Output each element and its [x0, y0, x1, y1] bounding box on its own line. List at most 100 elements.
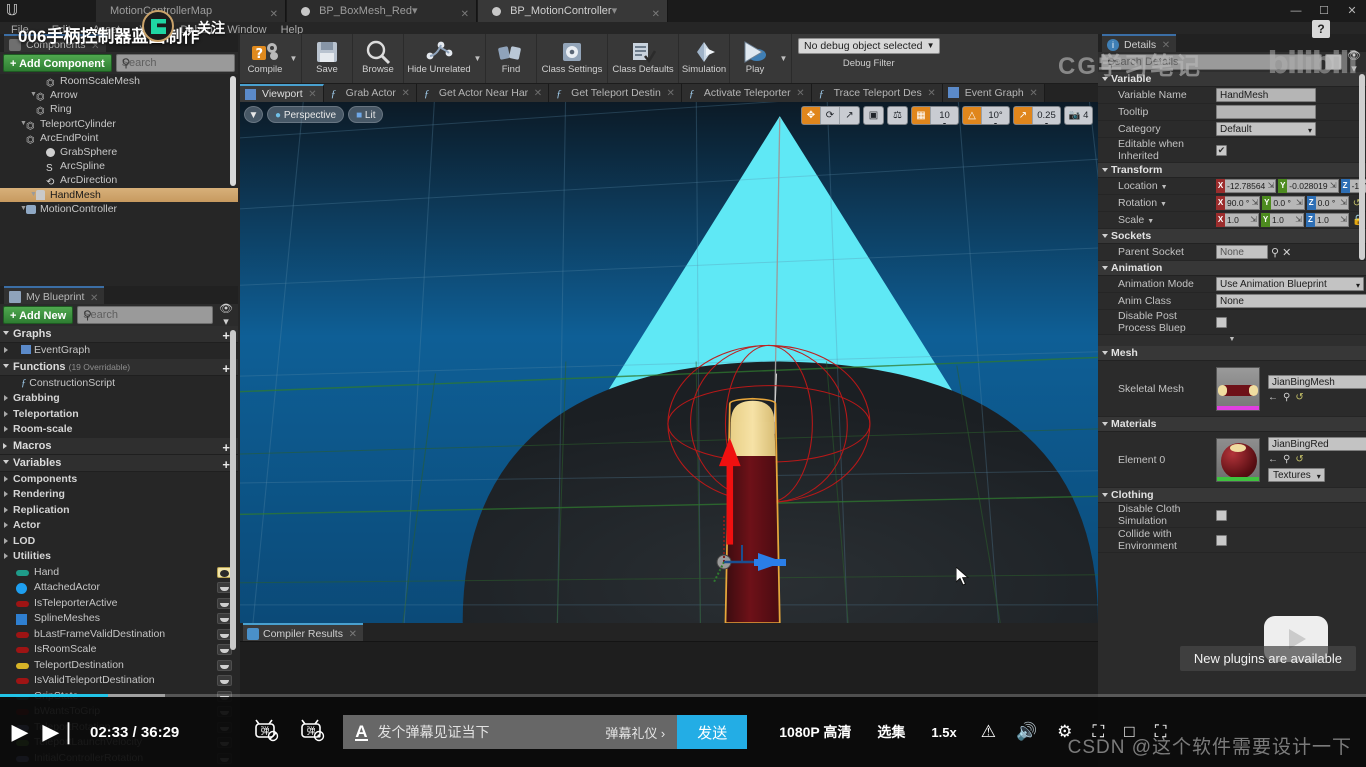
details-section-clothing[interactable]: Clothing	[1098, 488, 1366, 503]
component-tree-item[interactable]: ▼ HandMesh	[0, 187, 238, 202]
component-tree-item[interactable]: ▼ ⏣ TeleportCylinder	[0, 117, 238, 132]
document-tab-get-teleport-destin[interactable]: ƒ Get Teleport Destin ✕	[549, 84, 682, 102]
expand-icon[interactable]: ⇲	[1340, 198, 1347, 207]
episodes-button[interactable]: 选集	[877, 722, 905, 742]
vector-component-z[interactable]: Z 0.0 ° ⇲	[1306, 196, 1349, 210]
rotation-snap-value[interactable]: 10° ▾	[982, 107, 1009, 124]
document-tab-trace-teleport-des[interactable]: ƒ Trace Teleport Des ✕	[811, 84, 943, 103]
viewport[interactable]: ▼ ● Perspective ■ Lit ✥ ⟳ ↗ ▣ ⚖ ▦ 10 ▾ △…	[240, 102, 1098, 623]
reset-icon[interactable]: ↺	[1295, 454, 1303, 465]
world-space-button[interactable]: ▣	[864, 107, 883, 124]
my-blueprint-search-input[interactable]: Search ⚲	[77, 306, 213, 324]
pip-icon[interactable]: ⛶	[1092, 722, 1104, 742]
toolbar-save-button[interactable]: Save	[304, 35, 350, 83]
component-tree-item[interactable]: GrabSphere	[0, 145, 238, 159]
tab-details[interactable]: i Details ✕	[1102, 34, 1177, 52]
my-blueprint-item-utilities[interactable]: Utilities	[0, 549, 238, 565]
add-new-button[interactable]: + Add New	[3, 306, 74, 324]
asset-dropdown[interactable]: JianBingMesh▾	[1268, 374, 1366, 389]
chevron-down-icon[interactable]: ▼	[1160, 201, 1167, 208]
close-icon[interactable]: ✕	[927, 85, 935, 103]
component-tree-item[interactable]: ▼ ⏣ Arrow	[0, 88, 238, 103]
toolbar-class-defaults-button[interactable]: Class Defaults	[610, 35, 676, 83]
document-tab-grab-actor[interactable]: ƒ Grab Actor ✕	[323, 84, 417, 102]
component-tree-scrollbar[interactable]	[230, 76, 236, 186]
close-icon[interactable]: ✕	[796, 85, 804, 103]
close-button[interactable]: ✕	[1338, 0, 1366, 22]
my-blueprint-item-constructionscript[interactable]: ƒ ConstructionScript	[0, 376, 238, 392]
checkbox[interactable]	[1216, 316, 1227, 328]
checkbox[interactable]	[1216, 509, 1227, 521]
vector-component-x[interactable]: X 1.0 ⇲	[1216, 213, 1259, 227]
danmaku-style-icon[interactable]: A	[355, 723, 368, 741]
component-tree-item[interactable]: ▼ MotionController	[0, 202, 238, 214]
use-selected-icon[interactable]: ←	[1268, 454, 1278, 465]
help-icon[interactable]: ?	[1312, 20, 1330, 38]
search-icon[interactable]: ⚲	[1271, 246, 1279, 259]
component-tree-item[interactable]: S ArcSpline	[0, 159, 238, 174]
toolbar-play-button[interactable]: Play	[732, 35, 778, 83]
component-tree[interactable]: ⏣ RoomScaleMesh ▼ ⏣ Arrow ⏣ Ring ▼ ⏣ TeleportCyli…	[0, 74, 238, 214]
asset-dropdown[interactable]: JianBingRed▾	[1268, 436, 1366, 451]
material-thumb[interactable]	[1216, 437, 1260, 482]
my-blueprint-item-teleportation[interactable]: Teleportation	[0, 407, 238, 423]
chevron-down-icon[interactable]: ▼	[1147, 218, 1154, 225]
expand-icon[interactable]: ⇲	[1295, 215, 1302, 224]
details-scrollbar[interactable]	[1359, 74, 1365, 260]
component-tree-item[interactable]: ⏣ ArcEndPoint	[0, 131, 238, 146]
details-display-mode-button[interactable]	[1325, 54, 1342, 70]
my-blueprint-item-lod[interactable]: LOD	[0, 534, 238, 550]
my-blueprint-section-functions[interactable]: Functions (19 Overridable) +	[0, 358, 238, 377]
close-icon[interactable]: ✕	[534, 85, 542, 103]
my-blueprint-item-room-scale[interactable]: Room-scale	[0, 422, 238, 438]
quality-button[interactable]: 1080P 高清	[779, 722, 851, 742]
danmaku-input-box[interactable]: A 发个弹幕见证当下 弹幕礼仪 › 发送	[343, 715, 748, 749]
text-input[interactable]: HandMesh	[1216, 88, 1316, 102]
grid-snap-toggle[interactable]: ▦	[912, 107, 931, 124]
dropdown[interactable]: Use Animation Blueprint ▾	[1216, 277, 1364, 291]
add-icon[interactable]: +	[222, 327, 230, 344]
visibility-eye-icon[interactable]: 👁▾	[217, 302, 235, 328]
browse-icon[interactable]: ⚲	[1283, 454, 1290, 465]
camera-speed-value[interactable]: 📷 4	[1065, 107, 1092, 124]
add-icon[interactable]: +	[222, 360, 230, 377]
follow-button[interactable]: + 关注	[185, 18, 225, 38]
danmaku-input[interactable]: A 发个弹幕见证当下 弹幕礼仪 ›	[343, 715, 678, 749]
viewport-menu-button[interactable]: ▼	[244, 106, 263, 123]
viewport-lighting-button[interactable]: ■ Lit	[348, 106, 384, 123]
rotate-mode-button[interactable]: ⟳	[821, 107, 840, 124]
scale-mode-button[interactable]: ↗	[840, 107, 859, 124]
document-tab-event-graph[interactable]: Event Graph ✕	[942, 84, 1045, 103]
reset-icon[interactable]: ↺	[1295, 392, 1303, 403]
debug-object-select[interactable]: No debug object selected ▼	[798, 38, 940, 54]
window-tab-1[interactable]: BP_BoxMesh_Red▾ ✕	[287, 0, 477, 22]
widescreen-icon[interactable]: □	[1124, 722, 1134, 742]
maximize-button[interactable]: ☐	[1310, 0, 1338, 22]
window-tab-2[interactable]: BP_MotionController▾ ✕	[478, 0, 668, 22]
expand-icon[interactable]: ⇲	[1252, 198, 1259, 207]
components-search-input[interactable]: Search ⚲	[115, 54, 235, 72]
my-blueprint-item-actor[interactable]: Actor	[0, 518, 238, 534]
toolbar-simulation-button[interactable]: Simulation	[681, 35, 727, 83]
my-blueprint-item-rendering[interactable]: Rendering	[0, 487, 238, 503]
vector-input[interactable]: X-12.78564⇲Y-0.028019⇲Z-1.789026⇲	[1216, 179, 1366, 193]
minimize-button[interactable]: —	[1282, 0, 1310, 22]
close-icon[interactable]: ✕	[1029, 85, 1037, 103]
my-blueprint-variable[interactable]: IsTeleporterActive	[0, 596, 238, 612]
my-blueprint-section-variables[interactable]: Variables +	[0, 454, 238, 472]
browse-icon[interactable]: ⚲	[1283, 392, 1290, 403]
play-icon[interactable]: ▶	[0, 721, 40, 743]
my-blueprint-variable[interactable]: IsRoomScale	[0, 642, 238, 658]
toolbar-browse-button[interactable]: Browse	[355, 35, 401, 83]
volume-icon[interactable]: 🔊	[1016, 722, 1037, 742]
asset-dropdown[interactable]: None▾	[1216, 294, 1366, 308]
expand-icon[interactable]: ⇲	[1330, 181, 1337, 190]
tab-compiler-results[interactable]: Compiler Results ✕	[243, 623, 363, 641]
expand-icon[interactable]: ⇲	[1250, 215, 1257, 224]
socket-field[interactable]: None	[1216, 245, 1268, 259]
my-blueprint-item-eventgraph[interactable]: EventGraph	[0, 343, 238, 359]
close-icon[interactable]: ✕	[308, 87, 316, 103]
expand-icon[interactable]: ⇲	[1340, 215, 1347, 224]
tab-my-blueprint[interactable]: My Blueprint ✕	[4, 286, 105, 304]
warning-icon[interactable]: ⚠	[981, 722, 996, 742]
